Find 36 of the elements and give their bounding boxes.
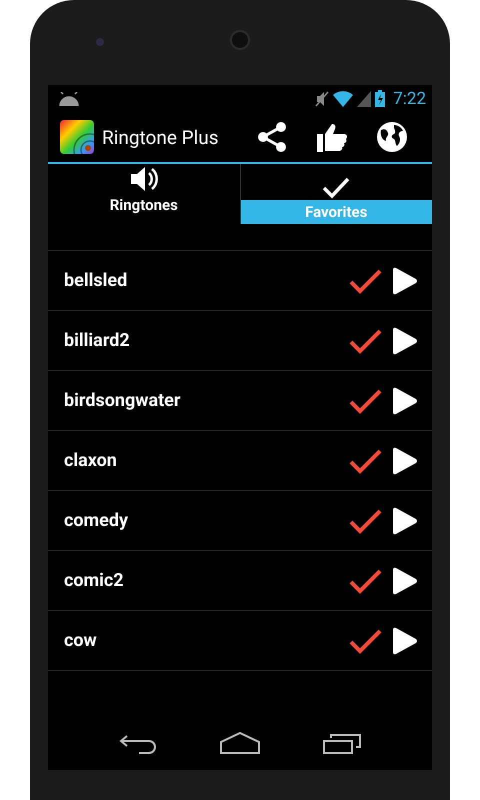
ringtone-name: cow	[64, 630, 98, 651]
play-button[interactable]	[390, 506, 418, 534]
favorite-checkmark[interactable]	[348, 506, 382, 534]
play-button[interactable]	[390, 566, 418, 594]
ringtone-name: claxon	[64, 450, 118, 471]
ringtone-name: comedy	[64, 510, 130, 531]
clock-time: 7:22	[393, 88, 426, 108]
ringtone-name: comic2	[64, 570, 125, 591]
battery-icon	[375, 90, 386, 107]
android-icon	[58, 92, 80, 106]
ringtone-name: billiard2	[64, 330, 131, 351]
favorite-checkmark[interactable]	[348, 446, 382, 474]
favorite-checkmark[interactable]	[348, 326, 382, 354]
recent-apps-button[interactable]	[322, 732, 361, 754]
play-button[interactable]	[390, 266, 418, 294]
favorite-checkmark[interactable]	[348, 626, 382, 654]
play-button[interactable]	[390, 626, 418, 654]
app-title: Ringtone Plus	[102, 126, 220, 148]
play-button[interactable]	[390, 386, 418, 414]
signal-icon	[357, 90, 372, 106]
speaker-icon	[128, 165, 159, 193]
mute-icon	[315, 90, 330, 106]
camera-lens	[96, 38, 104, 46]
favorite-checkmark[interactable]	[348, 386, 382, 414]
home-button[interactable]	[220, 732, 260, 754]
play-button[interactable]	[390, 326, 418, 354]
play-button[interactable]	[390, 446, 418, 474]
tab[interactable]: Ringtones	[48, 164, 240, 224]
checkmark-icon	[321, 176, 352, 200]
favorite-checkmark[interactable]	[348, 266, 382, 294]
earpiece	[230, 30, 250, 50]
favorite-checkmark[interactable]	[348, 566, 382, 594]
ringtone-name: bellsled	[64, 270, 128, 291]
ringtone-name: birdsongwater	[64, 390, 182, 411]
wifi-icon	[333, 90, 354, 106]
app-logo-icon	[60, 120, 94, 154]
